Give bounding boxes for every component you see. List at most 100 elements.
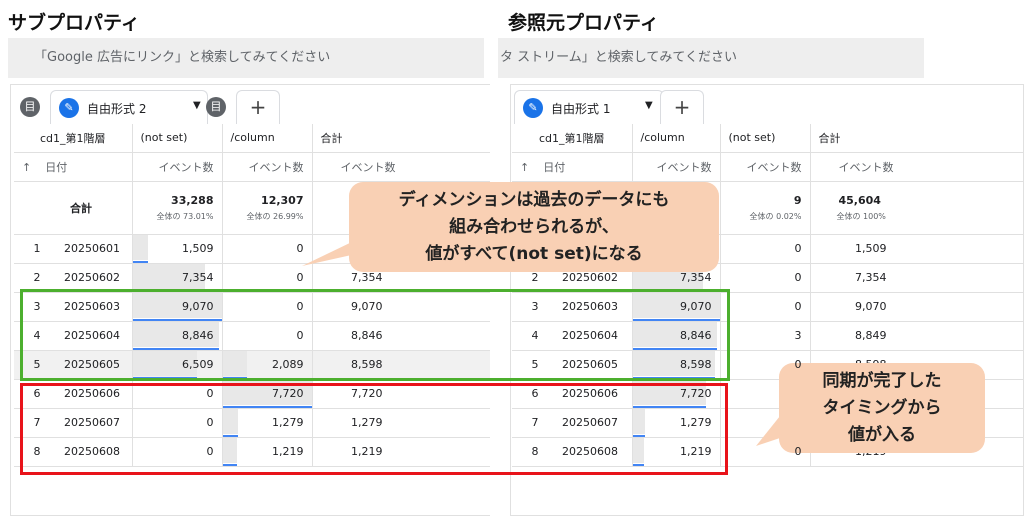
metric-value: 0: [206, 416, 214, 429]
total-cell: 45,604 全体の 100%: [810, 181, 1024, 235]
callout-bottom-line: 同期が完了した: [822, 371, 942, 391]
col-header-column[interactable]: /column: [222, 124, 313, 153]
metric-value: 6,509: [182, 358, 214, 371]
metric-header[interactable]: イベント数: [720, 152, 811, 182]
metric-value: 1,219: [680, 445, 712, 458]
date-cell: 1 20250601: [14, 234, 133, 264]
callout-top-line: 組み合わせられるが、: [449, 217, 619, 237]
left-heading: サブプロパティ: [8, 12, 140, 34]
metric-value: 7,354: [680, 271, 712, 284]
search-bar-left[interactable]: 「Google 広告にリンク」と検索してみてください: [8, 38, 484, 78]
col-header-total[interactable]: 合計: [810, 124, 1024, 153]
metric-value: 0: [206, 387, 214, 400]
metric-value: 7,354: [855, 271, 887, 284]
pencil-icon: ✎: [523, 98, 543, 118]
metric-value: 0: [794, 445, 802, 458]
date-cell: 2 20250602: [14, 263, 133, 293]
chevron-down-icon[interactable]: ▼: [193, 100, 201, 111]
metric-value: 0: [794, 300, 802, 313]
metric-cell: 0: [720, 263, 811, 293]
metric-cell: 0: [222, 234, 313, 264]
tab-free-form-1[interactable]: ✎ 自由形式 1 ▼: [514, 90, 664, 124]
metric-cell: 8,849: [810, 321, 1024, 351]
value-bar: [132, 234, 148, 260]
metric-value: 8,846: [182, 329, 214, 342]
metric-cell: 0: [222, 263, 313, 293]
metric-header[interactable]: イベント数: [632, 152, 721, 182]
metric-value: 1,219: [272, 445, 304, 458]
metric-header[interactable]: イベント数: [222, 152, 313, 182]
callout-bottom-line: タイミングから: [822, 398, 942, 418]
callout-top-line: 値がすべて(not set)になる: [425, 244, 643, 264]
add-tab-button[interactable]: +: [660, 90, 704, 124]
metric-value: 8,846: [680, 329, 712, 342]
col-header-dimension[interactable]: cd1_第1階層: [14, 124, 133, 153]
callout-top-line: ディメンションは過去のデータにも: [398, 190, 670, 210]
row-header-date[interactable]: ↑ 日付: [512, 152, 633, 182]
search-bar-right[interactable]: タ ストリーム」と検索してみてください: [498, 38, 924, 78]
tab-label: 自由形式 2: [87, 102, 147, 116]
metric-value: 0: [296, 329, 304, 342]
metric-value: 9,070: [182, 300, 214, 313]
chevron-down-icon[interactable]: ▼: [645, 100, 653, 111]
row-header-date[interactable]: ↑ 日付: [14, 152, 133, 182]
metric-value: 7,354: [182, 271, 214, 284]
metric-value: 9,070: [680, 300, 712, 313]
add-tab-button[interactable]: +: [236, 90, 280, 124]
col-header-total[interactable]: 合計: [312, 124, 490, 153]
tab-type-icon-2[interactable]: 目: [206, 97, 226, 117]
metric-header[interactable]: イベント数: [810, 152, 1024, 182]
metric-value: 8,849: [855, 329, 887, 342]
col-header-dimension[interactable]: cd1_第1階層: [512, 124, 633, 153]
right-heading: 参照元プロパティ: [508, 12, 659, 34]
metric-cell: 1,509: [132, 234, 223, 264]
tab-type-icon[interactable]: 目: [20, 97, 40, 117]
metric-value: 0: [794, 358, 802, 371]
row-number: 2: [33, 271, 41, 284]
tab-free-form-2[interactable]: ✎ 自由形式 2 ▼: [50, 90, 208, 124]
metric-value: 9,070: [855, 300, 887, 313]
date-label: 日付: [543, 160, 566, 174]
red-highlight-box: [20, 383, 728, 475]
sort-arrow-icon[interactable]: ↑: [22, 161, 31, 174]
col-header-not-set[interactable]: (not set): [132, 124, 223, 153]
metric-value: 0: [794, 242, 802, 255]
col-header-column[interactable]: /column: [632, 124, 721, 153]
metric-value: 7,354: [351, 271, 383, 284]
callout-bottom: 同期が完了した タイミングから 値が入る: [779, 363, 985, 453]
metric-cell: 3: [720, 321, 811, 351]
row-number: 2: [531, 271, 539, 284]
total-cell: 12,307 全体の 26.99%: [222, 181, 313, 235]
date-value: 20250602: [64, 271, 120, 284]
metric-value: 0: [296, 271, 304, 284]
row-number: 1: [33, 242, 41, 255]
total-cell: 9 全体の 0.02%: [720, 181, 811, 235]
metric-cell: 1,509: [810, 234, 1024, 264]
callout-bottom-line: 値が入る: [848, 425, 916, 445]
metric-value: 0: [296, 242, 304, 255]
metric-value: 1,509: [182, 242, 214, 255]
metric-value: 1,279: [272, 416, 304, 429]
sort-arrow-icon[interactable]: ↑: [520, 161, 529, 174]
callout-top: ディメンションは過去のデータにも 組み合わせられるが、 値がすべて(not se…: [349, 182, 719, 272]
metric-cell: 0: [720, 234, 811, 264]
total-label: 合計: [14, 181, 133, 235]
left-tab-bar: 目 ✎ 自由形式 2 ▼ 目 +: [14, 90, 484, 124]
date-label: 日付: [45, 160, 68, 174]
metric-header[interactable]: イベント数: [132, 152, 223, 182]
callout-bottom-pointer: [756, 416, 780, 446]
pencil-icon: ✎: [59, 98, 79, 118]
metric-value: 1,509: [855, 242, 887, 255]
metric-header[interactable]: イベント数: [312, 152, 490, 182]
metric-value: 7,720: [272, 387, 304, 400]
metric-value: 3: [794, 329, 802, 342]
total-cell: 33,288 全体の 73.01%: [132, 181, 223, 235]
metric-value: 2,089: [272, 358, 304, 371]
col-header-not-set[interactable]: (not set): [720, 124, 811, 153]
metric-cell: 9,070: [810, 292, 1024, 322]
metric-value: 1,279: [680, 416, 712, 429]
green-highlight-box: [20, 289, 730, 381]
date-value: 20250602: [562, 271, 618, 284]
metric-cell: 0: [720, 292, 811, 322]
metric-cell: 7,354: [810, 263, 1024, 293]
